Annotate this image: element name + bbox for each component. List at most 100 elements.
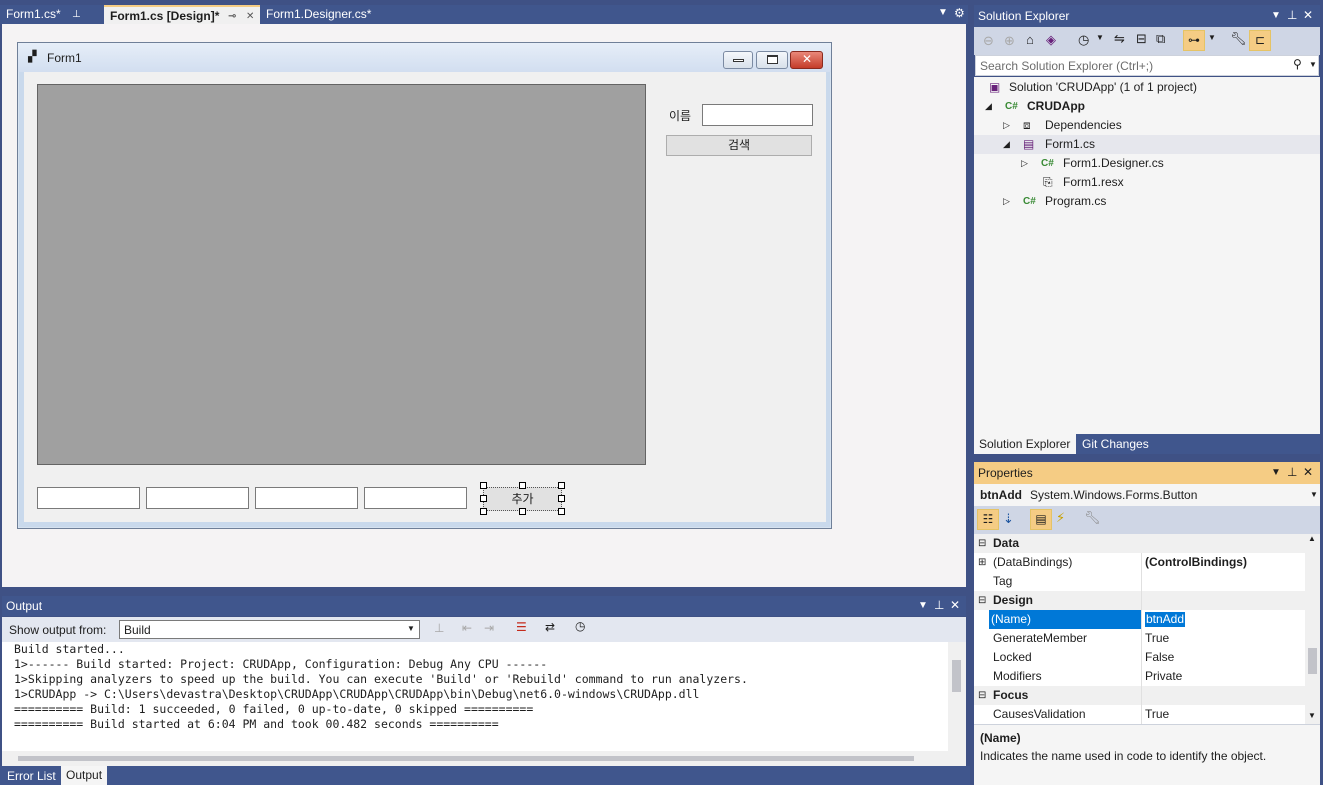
preview-icon[interactable]: ⊏ [1249,30,1271,51]
find-message-icon[interactable]: ⊥ [434,621,444,635]
name-value-input[interactable]: btnAdd [1145,612,1186,627]
name-textbox[interactable] [702,104,813,126]
tab-git-changes[interactable]: Git Changes [1082,437,1149,451]
show-all-files-icon[interactable]: ⧉ [1156,31,1165,47]
collapse-icon[interactable]: ⊟ [978,591,986,610]
tree-item-form1-cs[interactable]: ◢ ▤ Form1.cs [974,135,1320,154]
category-row[interactable]: ⊟ Data [974,534,1305,553]
chevron-down-icon[interactable]: ▼ [1208,33,1216,42]
resize-handle[interactable] [558,482,565,489]
preview-selected-items-icon[interactable]: ⊶ [1183,30,1205,51]
property-row[interactable]: ⊞ (DataBindings) (ControlBindings) [974,553,1305,572]
tab-list-dropdown-icon[interactable]: ▼ [938,7,948,18]
tree-item-program-cs[interactable]: ▷ C# Program.cs [974,192,1320,211]
scroll-up-icon[interactable]: ▲ [1308,534,1316,543]
expanded-arrow-icon[interactable]: ◢ [985,97,992,116]
events-lightning-icon[interactable]: ⚡︎ [1056,510,1065,526]
property-row[interactable]: Locked False [974,648,1305,667]
pin-icon[interactable]: ⊥ [1287,8,1297,22]
previous-message-icon[interactable]: ⇤ [462,621,472,635]
property-row[interactable]: (Name) btnAdd [974,610,1305,629]
property-row[interactable]: CausesValidation True [974,705,1305,724]
tree-item-form1-resx[interactable]: ⎘ Form1.resx [974,173,1320,192]
resize-handle[interactable] [558,495,565,502]
collapsed-arrow-icon[interactable]: ▷ [1021,154,1028,173]
property-grid-scrollbar[interactable]: ▲ ▼ [1305,534,1320,724]
category-row[interactable]: ⊟ Design [974,591,1305,610]
property-row[interactable]: GenerateMember True [974,629,1305,648]
word-wrap-icon[interactable]: ⇄ [545,620,555,634]
tree-item-dependencies[interactable]: ▷ ⧈ Dependencies [974,116,1320,135]
property-row[interactable]: Tag [974,572,1305,591]
textbox-1[interactable] [37,487,140,509]
collapsed-arrow-icon[interactable]: ▷ [1003,192,1010,211]
output-source-select[interactable]: Build ▼ [119,620,420,639]
tree-item-project[interactable]: ◢ C# CRUDApp [974,97,1320,116]
collapse-icon[interactable]: ⊟ [978,534,986,553]
property-row[interactable]: Modifiers Private [974,667,1305,686]
column-divider[interactable] [1141,553,1142,724]
scrollbar-thumb[interactable] [952,660,961,692]
tree-item-solution[interactable]: ▣ Solution 'CRUDApp' (1 of 1 project) [974,78,1320,97]
resize-handle[interactable] [519,508,526,515]
dropdown-icon[interactable]: ▼ [1271,10,1281,21]
close-icon[interactable]: ✕ [950,598,960,612]
tree-item-form1-designer-cs[interactable]: ▷ C# Form1.Designer.cs [974,154,1320,173]
category-row[interactable]: ⊟ Focus [974,686,1305,705]
tab-form1-design[interactable]: Form1.cs [Design]* ⊸ ✕ [104,5,260,24]
properties-view-icon[interactable]: ▤ [1030,509,1052,530]
next-message-icon[interactable]: ⇥ [484,621,494,635]
back-icon[interactable]: ⊖ [983,33,994,49]
dropdown-icon[interactable]: ▼ [918,600,928,611]
collapsed-arrow-icon[interactable]: ▷ [1003,116,1010,135]
expand-icon[interactable]: ⊞ [978,553,987,572]
output-text-area[interactable]: Build started... 1>------ Build started: … [2,642,948,751]
resize-handle[interactable] [480,482,487,489]
home-icon[interactable]: ⌂ [1026,32,1034,47]
categorized-icon[interactable]: ☷ [977,509,999,530]
collapse-icon[interactable]: ⊟ [978,686,986,705]
resize-handle[interactable] [519,482,526,489]
resize-handle[interactable] [558,508,565,515]
output-vertical-scrollbar[interactable] [948,642,966,766]
pin-icon[interactable]: ⊥ [934,598,944,612]
sync-icon[interactable]: ⇋ [1114,31,1125,47]
property-pages-wrench-icon[interactable]: 🔧︎ [1084,510,1101,526]
clear-all-icon[interactable]: ☰ [516,620,527,634]
tab-form1-designer-cs[interactable]: Form1.Designer.cs* [260,5,410,24]
scroll-down-icon[interactable]: ▼ [1308,711,1316,720]
dropdown-icon[interactable]: ▼ [1271,467,1281,478]
forward-icon[interactable]: ⊕ [1004,33,1015,49]
switch-views-icon[interactable]: ◈ [1046,32,1056,48]
pending-changes-filter-icon[interactable]: ◷ [1078,32,1089,48]
tab-solution-explorer[interactable]: Solution Explorer [974,434,1076,454]
solution-explorer-search[interactable]: Search Solution Explorer (Ctrl+;) ⚲ ▼ [975,55,1319,76]
textbox-4[interactable] [364,487,467,509]
picture-box[interactable] [37,84,646,465]
close-icon[interactable]: ✕ [1303,8,1313,22]
timestamp-clock-icon[interactable]: ◷ [575,619,585,633]
close-icon[interactable]: ✕ [1303,465,1313,479]
search-icon[interactable]: ⚲ [1293,57,1302,71]
properties-wrench-icon[interactable]: 🔧︎ [1230,31,1247,47]
collapse-all-icon[interactable]: ⊟ [1136,31,1147,47]
scrollbar-thumb[interactable] [1308,648,1317,674]
scrollbar-thumb[interactable] [18,756,914,761]
close-button[interactable]: ✕ [790,51,823,69]
chevron-down-icon[interactable]: ▼ [1309,60,1317,69]
pin-icon[interactable]: ⊥ [72,5,81,24]
settings-gear-icon[interactable]: ⚙ [954,6,965,20]
chevron-down-icon[interactable]: ▼ [1096,33,1104,42]
pin-icon[interactable]: ⊥ [1287,465,1297,479]
tab-error-list[interactable]: Error List [7,769,56,783]
search-button[interactable]: 검색 [666,135,812,156]
tab-form1-cs[interactable]: Form1.cs* ⊥ [0,5,104,24]
minimize-button[interactable] [723,51,753,69]
textbox-2[interactable] [146,487,249,509]
maximize-button[interactable] [756,51,788,69]
properties-object-selector[interactable]: btnAdd System.Windows.Forms.Button ▼ [974,484,1320,506]
alphabetical-icon[interactable]: ⇣ [1003,511,1014,527]
textbox-3[interactable] [255,487,358,509]
resize-handle[interactable] [480,508,487,515]
expanded-arrow-icon[interactable]: ◢ [1003,135,1010,154]
